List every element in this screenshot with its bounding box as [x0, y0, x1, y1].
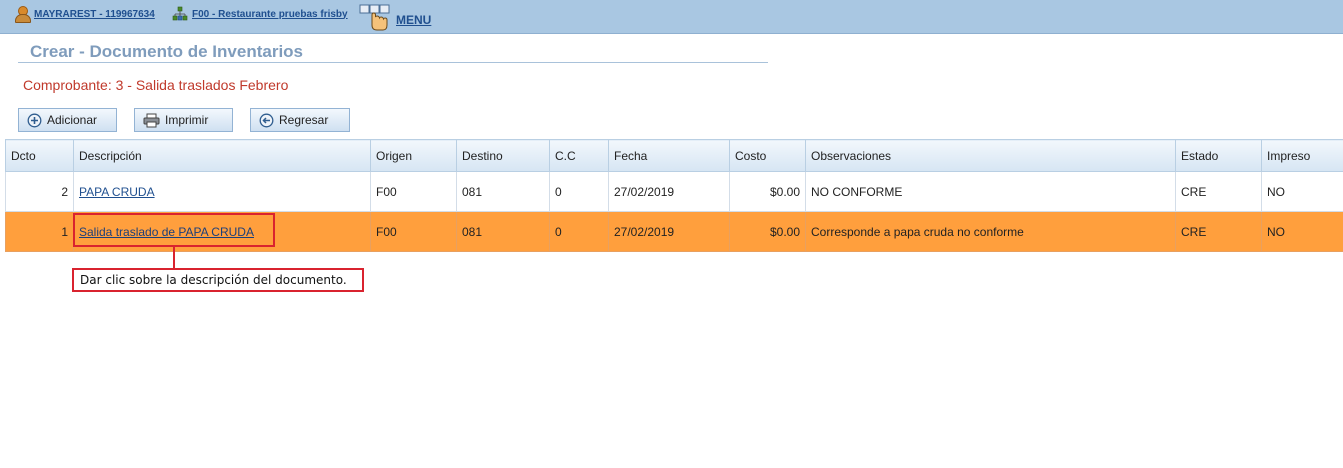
arrow-left-circle-icon [259, 113, 274, 128]
back-button-label: Regresar [279, 113, 329, 127]
cell-estado: CRE [1175, 171, 1262, 212]
column-header-costo[interactable]: Costo [729, 139, 806, 172]
cell-dcto: 2 [5, 171, 74, 212]
cell-estado: CRE [1175, 211, 1262, 252]
back-button[interactable]: Regresar [250, 108, 350, 132]
cell-cc: 0 [549, 211, 609, 252]
cell-origen: F00 [370, 211, 457, 252]
cell-destino: 081 [456, 211, 550, 252]
cell-observaciones: NO CONFORME [805, 171, 1176, 212]
column-header-dcto[interactable]: Dcto [5, 139, 74, 172]
callout-connector [173, 247, 175, 269]
cell-cc: 0 [549, 171, 609, 212]
cell-origen: F00 [370, 171, 457, 212]
cell-observaciones: Corresponde a papa cruda no conforme [805, 211, 1176, 252]
column-header-descripcion[interactable]: Descripción [73, 139, 371, 172]
cell-fecha: 27/02/2019 [608, 171, 730, 212]
company-link[interactable]: F00 - Restaurante pruebas frisby [192, 9, 348, 20]
cell-costo: $0.00 [729, 211, 806, 252]
print-button[interactable]: Imprimir [134, 108, 233, 132]
cell-descripcion: Salida traslado de PAPA CRUDA [73, 211, 371, 252]
cell-fecha: 27/02/2019 [608, 211, 730, 252]
cell-costo: $0.00 [729, 171, 806, 212]
table-row[interactable]: 2 PAPA CRUDA F00 081 0 27/02/2019 $0.00 … [5, 171, 1343, 212]
document-description-link[interactable]: PAPA CRUDA [79, 185, 155, 199]
title-area: Crear - Documento de Inventarios [18, 40, 768, 63]
menu-link[interactable]: MENU [396, 13, 431, 27]
cell-impreso: NO [1261, 171, 1343, 212]
print-button-label: Imprimir [165, 113, 209, 127]
column-header-fecha[interactable]: Fecha [608, 139, 730, 172]
add-button-label: Adicionar [47, 113, 98, 127]
cell-descripcion: PAPA CRUDA [73, 171, 371, 212]
table-row-selected[interactable]: 1 Salida traslado de PAPA CRUDA F00 081 … [5, 211, 1343, 252]
column-header-cc[interactable]: C.C [549, 139, 609, 172]
grid-header-row: Dcto Descripción Origen Destino C.C Fech… [5, 139, 1343, 172]
hand-pointer-icon [358, 3, 392, 31]
user-info[interactable]: MAYRAREST - 119967634 [14, 6, 155, 23]
voucher-subtitle: Comprobante: 3 - Salida traslados Febrer… [23, 77, 289, 93]
column-header-destino[interactable]: Destino [456, 139, 550, 172]
page-title: Crear - Documento de Inventarios [30, 42, 304, 61]
column-header-observaciones[interactable]: Observaciones [805, 139, 1176, 172]
user-icon [14, 6, 31, 23]
top-bar: MAYRAREST - 119967634 F00 - Restaurante … [0, 0, 1343, 34]
column-header-origen[interactable]: Origen [370, 139, 457, 172]
menu-button[interactable]: MENU [358, 3, 431, 31]
cell-dcto: 1 [5, 211, 74, 252]
document-description-link[interactable]: Salida traslado de PAPA CRUDA [79, 225, 254, 239]
user-link[interactable]: MAYRAREST - 119967634 [34, 9, 155, 20]
documents-grid: Dcto Descripción Origen Destino C.C Fech… [5, 139, 1343, 252]
column-header-impreso[interactable]: Impreso [1261, 139, 1343, 172]
org-chart-icon [172, 6, 188, 22]
add-button[interactable]: Adicionar [18, 108, 117, 132]
instruction-callout: Dar clic sobre la descripción del docume… [72, 268, 364, 292]
plus-circle-icon [27, 113, 42, 128]
printer-icon [143, 113, 160, 128]
cell-destino: 081 [456, 171, 550, 212]
cell-impreso: NO [1261, 211, 1343, 252]
column-header-estado[interactable]: Estado [1175, 139, 1262, 172]
company-info[interactable]: F00 - Restaurante pruebas frisby [172, 6, 348, 22]
